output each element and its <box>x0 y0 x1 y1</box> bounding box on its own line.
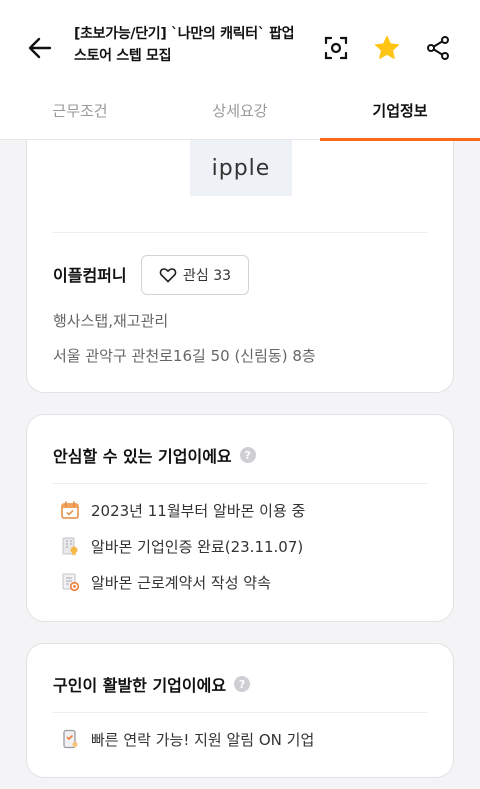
arrow-left-icon <box>28 37 52 59</box>
scan-icon <box>324 36 348 60</box>
tab-company-info[interactable]: 기업정보 <box>320 80 480 141</box>
company-industry: 행사스탭,재고관리 <box>53 312 169 330</box>
help-icon[interactable]: ? <box>239 447 256 463</box>
trust-item: 2023년 11월부터 알바몬 이용 중 <box>59 499 305 521</box>
trust-title-row: 안심할 수 있는 기업이에요 ? <box>53 443 256 467</box>
header: [초보가능/단기] `나만의 캐릭터` 팝업스토어 스텝 모집 <box>0 14 480 80</box>
back-button[interactable] <box>22 30 58 66</box>
interest-label: 관심 33 <box>182 268 232 284</box>
company-address: 서울 관악구 관천로16길 50 (신림동) 8층 <box>53 347 316 365</box>
status-bar <box>0 0 480 14</box>
divider <box>53 483 427 484</box>
divider <box>53 712 427 713</box>
help-icon[interactable]: ? <box>234 676 251 692</box>
active-hiring-card: 구인이 활발한 기업이에요 ? 빠른 연락 가능! 지원 알림 ON 기업 <box>26 643 454 778</box>
tab-bar: 근무조건 상세요강 기업정보 <box>0 80 480 141</box>
trust-item-text: 알바몬 근로계약서 작성 약속 <box>91 573 271 592</box>
share-button[interactable] <box>420 30 456 66</box>
company-card: ipple 이플컴퍼니 관심 33 행사스탭,재고관리 서울 관악구 관천로16… <box>26 120 454 393</box>
trust-item: 알바몬 기업인증 완료(23.11.07) <box>59 535 303 557</box>
trust-title: 안심할 수 있는 기업이에요 <box>53 447 232 466</box>
tab-work-conditions[interactable]: 근무조건 <box>0 80 160 140</box>
active-title-row: 구인이 활발한 기업이에요 ? <box>53 672 251 696</box>
trust-item-text: 2023년 11월부터 알바몬 이용 중 <box>91 501 306 520</box>
trust-card: 안심할 수 있는 기업이에요 ? 2023년 11월부터 알바몬 이용 중 알바… <box>26 414 454 622</box>
active-item: 빠른 연락 가능! 지원 알림 ON 기업 <box>59 728 314 750</box>
contract-icon <box>59 571 81 593</box>
star-icon <box>374 35 400 59</box>
trust-item-text: 알바몬 기업인증 완료(23.11.07) <box>91 537 304 556</box>
company-name: 이플컴퍼니 <box>53 266 127 285</box>
phone-icon <box>59 728 81 750</box>
page-title: [초보가능/단기] `나만의 캐릭터` 팝업스토어 스텝 모집 <box>74 26 295 64</box>
trust-item: 알바몬 근로계약서 작성 약속 <box>59 571 271 593</box>
tab-details[interactable]: 상세요강 <box>160 80 320 140</box>
share-icon <box>427 36 449 60</box>
heart-icon <box>159 268 177 283</box>
calendar-icon <box>59 499 81 521</box>
company-logo: ipple <box>190 140 292 196</box>
favorite-button[interactable] <box>369 30 405 66</box>
divider <box>53 232 427 233</box>
scan-button[interactable] <box>318 30 354 66</box>
active-item-text: 빠른 연락 가능! 지원 알림 ON 기업 <box>91 730 315 749</box>
active-title: 구인이 활발한 기업이에요 <box>53 676 227 695</box>
interest-button[interactable]: 관심 33 <box>141 255 249 295</box>
building-badge-icon <box>59 535 81 557</box>
